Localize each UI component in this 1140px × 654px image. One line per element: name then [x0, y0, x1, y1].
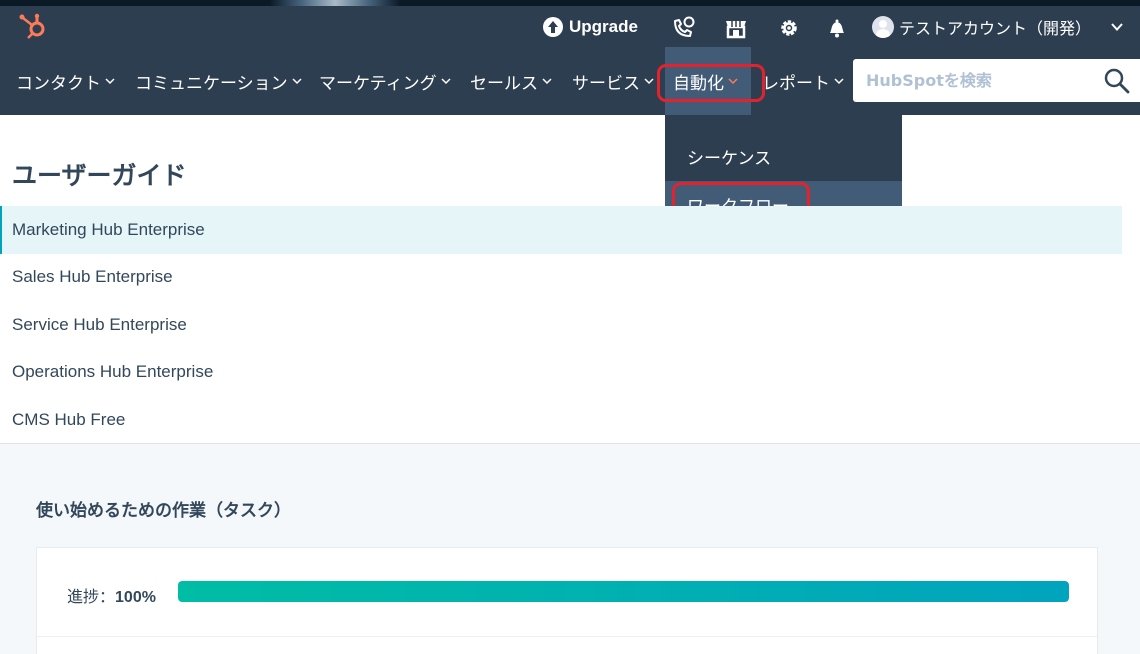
tasks-card: 進捗：100%: [36, 547, 1098, 654]
chevron-down-icon: [1111, 23, 1123, 31]
nav-item-label: セールス: [470, 73, 538, 94]
chevron-down-icon: [834, 78, 844, 85]
calling-icon[interactable]: [670, 15, 696, 41]
tasks-title: 使い始めるための作業（タスク）: [36, 501, 291, 521]
guide-list: Marketing Hub Enterprise Sales Hub Enter…: [0, 206, 1122, 444]
nav-item-contacts[interactable]: コンタクト: [16, 69, 115, 94]
account-menu[interactable]: テストアカウント（開発）: [872, 15, 1124, 39]
chevron-down-icon: [105, 78, 115, 85]
guide-item-label: CMS Hub Free: [12, 409, 126, 429]
onboarding-tasks-section: 使い始めるための作業（タスク） 進捗：100%: [0, 443, 1140, 654]
guide-item-service-hub[interactable]: Service Hub Enterprise: [0, 301, 1122, 349]
search-input[interactable]: [853, 60, 1093, 101]
nav-item-label: レポート: [762, 73, 830, 94]
main-nav: コンタクト コミュニケーション マーケティング セールス サービス 自動化 レポ…: [0, 47, 1140, 115]
top-edge-strip: [0, 0, 1140, 6]
account-name: テストアカウント（開発）: [899, 19, 1092, 38]
gear-icon[interactable]: [776, 15, 802, 41]
guide-item-label: Service Hub Enterprise: [12, 314, 187, 334]
progress-value: 100%: [115, 589, 156, 606]
nav-item-label: コミュニケーション: [135, 73, 288, 94]
top-bar: Upgrade テストアカウント（開発）: [0, 0, 1140, 47]
search-icon[interactable]: [1103, 67, 1131, 95]
guide-item-marketing-hub[interactable]: Marketing Hub Enterprise: [0, 206, 1122, 254]
nav-item-label: コンタクト: [16, 73, 101, 94]
guide-item-cms-hub[interactable]: CMS Hub Free: [0, 396, 1122, 444]
guide-item-operations-hub[interactable]: Operations Hub Enterprise: [0, 349, 1122, 397]
avatar: [872, 16, 894, 38]
nav-item-label: マーケティング: [319, 73, 437, 94]
upgrade-arrow-icon: [543, 17, 563, 37]
progress-label: 進捗：100%: [67, 583, 156, 607]
dropdown-item-label: シーケンス: [687, 149, 772, 169]
chevron-down-icon: [542, 78, 552, 85]
bell-icon[interactable]: [824, 15, 850, 41]
nav-item-marketing[interactable]: マーケティング: [319, 69, 451, 94]
upgrade-button[interactable]: Upgrade: [543, 16, 638, 38]
chevron-down-icon: [292, 78, 302, 85]
nav-item-sales[interactable]: セールス: [470, 69, 552, 94]
chevron-down-icon: [441, 78, 451, 85]
guide-item-sales-hub[interactable]: Sales Hub Enterprise: [0, 254, 1122, 302]
annotation-highlight-automation: [657, 64, 765, 102]
progress-bar: [178, 581, 1069, 602]
nav-item-conversations[interactable]: コミュニケーション: [135, 69, 302, 94]
upgrade-label: Upgrade: [569, 17, 638, 36]
progress-fill: [178, 581, 1069, 602]
nav-item-service[interactable]: サービス: [572, 69, 654, 94]
guide-item-label: Sales Hub Enterprise: [12, 267, 173, 287]
hubspot-logo-icon[interactable]: [18, 12, 48, 40]
dropdown-item-sequences[interactable]: シーケンス: [665, 133, 902, 180]
progress-prefix: 進捗：: [67, 587, 116, 606]
search-box: [853, 59, 1140, 102]
marketplace-icon[interactable]: [723, 15, 749, 41]
guide-item-label: Operations Hub Enterprise: [12, 362, 214, 382]
chevron-down-icon: [644, 78, 654, 85]
guide-item-label: Marketing Hub Enterprise: [12, 219, 205, 239]
page-title: ユーザーガイド: [12, 161, 187, 190]
nav-item-reports[interactable]: レポート: [762, 69, 844, 94]
nav-item-label: サービス: [572, 73, 640, 94]
divider: [37, 636, 1097, 637]
